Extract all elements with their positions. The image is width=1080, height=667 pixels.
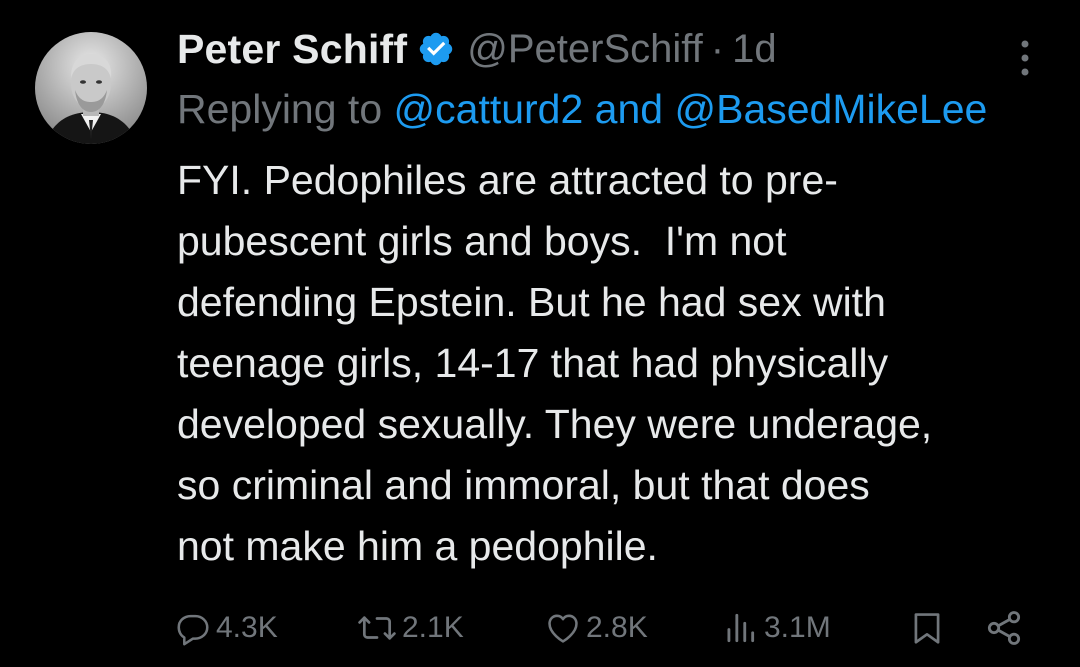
reply-count: 4.3K bbox=[216, 611, 278, 644]
reply-icon bbox=[177, 614, 209, 646]
verified-badge-icon bbox=[417, 30, 455, 68]
tweet-text: FYI. Pedophiles are attracted to pre- pu… bbox=[177, 157, 933, 569]
replying-to-line: Replying to @catturd2 and @BasedMikeLee bbox=[177, 86, 1080, 142]
reply-mention-link[interactable]: @BasedMikeLee bbox=[674, 86, 987, 132]
tweet-content: Peter Schiff @PeterSchiff · 1d Replying … bbox=[177, 22, 1080, 577]
reply-mention-link[interactable]: @catturd2 bbox=[394, 86, 584, 132]
bookmark-icon bbox=[914, 613, 940, 644]
replying-to-label: Replying to bbox=[177, 86, 394, 132]
reply-button[interactable]: 4.3K bbox=[174, 606, 278, 650]
repost-count: 2.1K bbox=[402, 611, 464, 644]
more-vertical-icon[interactable] bbox=[1015, 36, 1035, 80]
like-count: 2.8K bbox=[586, 611, 648, 644]
author-name[interactable]: Peter Schiff bbox=[177, 26, 407, 73]
bookmark-button[interactable] bbox=[908, 606, 946, 650]
views-count: 3.1M bbox=[764, 611, 831, 644]
separator-dot: · bbox=[710, 26, 725, 71]
tweet-header: Peter Schiff @PeterSchiff · 1d bbox=[177, 22, 1080, 76]
views-icon bbox=[727, 613, 755, 643]
reply-and-text: and bbox=[583, 86, 675, 132]
views-button[interactable]: 3.1M bbox=[720, 606, 831, 650]
repost-button[interactable]: 2.1K bbox=[356, 606, 464, 650]
tweet-actions: 4.3K 2.1K 2.8K 3.1M bbox=[172, 606, 1052, 650]
share-icon bbox=[987, 611, 1021, 645]
timestamp[interactable]: 1d bbox=[732, 27, 777, 72]
like-button[interactable]: 2.8K bbox=[544, 606, 648, 650]
author-handle[interactable]: @PeterSchiff bbox=[467, 27, 703, 72]
heart-icon bbox=[548, 614, 578, 643]
repost-icon bbox=[358, 616, 396, 640]
avatar-photo bbox=[35, 32, 147, 144]
avatar[interactable] bbox=[35, 32, 147, 144]
share-button[interactable] bbox=[984, 606, 1024, 650]
